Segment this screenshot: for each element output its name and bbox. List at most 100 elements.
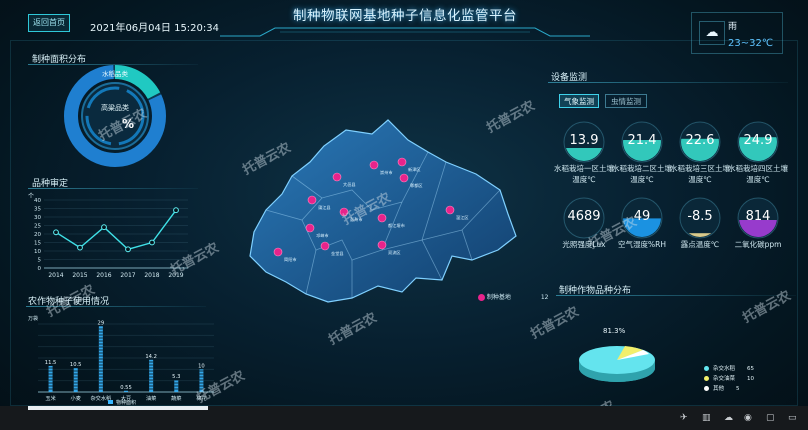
gauge-value: 814 [745,209,771,224]
bar-category-label: 小麦 [71,394,82,402]
map-base-marker[interactable] [445,205,455,215]
map-district-label: 崇州市 [380,169,393,176]
bar-value-label: 10 [198,363,205,369]
chat-icon[interactable]: ▭ [788,413,797,423]
trash-icon[interactable]: ▥ [702,413,711,423]
cloud-sync-icon[interactable]: ☁ [724,413,733,423]
line-chart-xtick: 2014 [48,272,63,279]
line-chart-ytick: 20 [34,232,41,238]
gauge-label: 水稻栽培四区土壤温度℃ [728,164,788,184]
map-base-marker[interactable] [307,195,317,205]
line-chart-xtick: 2016 [96,272,111,279]
bar-legend-swatch [108,400,113,404]
line-point [77,244,83,251]
bar-category-label: 油菜 [146,394,156,402]
line-chart-ytick: 15 [34,241,41,247]
map-district-label: 大邑县 [343,181,356,188]
pie-legend-name: 杂交水稻 [713,366,736,372]
pie-percent-label: 81.3% [603,327,626,335]
map-base-marker[interactable] [377,213,387,223]
map-district-label: 温江区 [456,214,469,221]
line-point [173,207,179,214]
gauge-value: 4689 [567,209,601,224]
section-divider [28,188,198,189]
weather-condition: 雨 [728,22,738,32]
line-chart-xtick: 2015 [72,272,87,279]
map-base-marker[interactable] [273,247,283,257]
gauge-value: 24.9 [743,133,773,148]
map-district-label: 蒲江县 [318,204,331,211]
map-base-marker[interactable] [369,160,379,170]
section-divider [556,295,796,296]
pie-legend-item: 杂交水稻 65 [704,364,764,374]
datetime-display: 2021年06月04日 15:20:34 [90,23,219,34]
pie-legend-name: 其他 [713,386,725,392]
legend-dot-icon [704,386,709,391]
map-base-marker[interactable] [397,157,407,167]
map-district-label: 双流区 [388,249,401,256]
pie-legend-count: 65 [747,366,755,372]
bar-category-label: 玉米 [45,394,56,402]
gauge-label: 水稻栽培一区土壤温度℃ [554,164,614,184]
map-base-marker[interactable] [377,240,387,250]
map-district-label: 邛崃市 [316,232,329,239]
weather-widget: ☁ 雨 23~32℃ [691,12,783,54]
taskbar: ✈ ▥ ☁ ◉ ▢ ▭ [0,406,808,430]
line-point [125,246,131,253]
page-title: 制种物联网基地种子信息化监管平台 [293,8,517,24]
gauge-value: 21.4 [627,133,657,148]
section-divider [548,82,788,83]
map-base-marker[interactable] [305,223,315,233]
pie-legend-item: 其他 5 [704,384,764,394]
seed-usage-bar-chart: 万袋11.5玉米10.5小麦29杂交水稻0.55大豆14.2油菜5.3蔬菜10棉… [28,315,214,406]
map-base-marker[interactable] [320,241,330,251]
line-chart-ytick: 25 [34,224,41,230]
map-district-label: 新津区 [408,166,421,173]
tab-weather[interactable]: 气象监测 [559,94,599,108]
line-series [55,209,177,251]
distribution-donut: 水稻品类 高粱品类 % [64,65,166,167]
bar-value-label: 0.55 [120,385,132,391]
bar-legend-label: 物种面积 [116,399,136,406]
line-chart-ytick: 30 [34,215,41,221]
legend-dot-icon [704,366,709,371]
bar-value-label: 29 [98,320,105,326]
tab-pest[interactable]: 虫情监测 [605,94,647,108]
map-base-marker[interactable] [332,172,342,182]
bar-chart-unit: 万袋 [28,315,38,322]
cloud-icon: ☁ [699,21,725,45]
line-chart-ytick: 0 [38,266,42,272]
bar-value-label: 14.2 [145,354,157,360]
line-point [53,229,59,236]
gauge-value: 13.9 [569,133,599,148]
gauge-label: 空气湿度%RH [618,240,666,249]
gauge-label: 二氧化碳ppm [734,240,782,249]
bar-value-label: 11.5 [45,360,57,366]
pie-legend-count: 5 [736,386,740,392]
legend-dot-icon [478,294,485,301]
line-chart-ytick: 5 [38,258,42,264]
home-button[interactable]: 返回首页 [28,14,70,32]
bar-value-label: 5.3 [172,374,180,380]
pie-legend-item: 杂交油菜 10 [704,374,764,384]
line-chart-xtick: 2018 [144,272,159,279]
bar-value-label: 10.5 [70,362,82,368]
taskbar-active-indicator [28,406,208,410]
bar [48,365,53,392]
rocket-icon[interactable]: ✈ [680,413,688,423]
pie-legend: 杂交水稻 65 杂交油菜 10 其他 5 [704,364,764,394]
line-chart-ytick: 40 [34,198,41,204]
gauge-value: 22.6 [685,133,715,148]
donut-label-rice: 水稻品类 [102,69,129,78]
gauge-label: 露点温度℃ [680,240,720,249]
lock-icon[interactable]: ▢ [766,413,775,423]
bar-category-label: 蔬菜 [171,394,181,402]
map-base-marker[interactable] [399,173,409,183]
map-legend: 制种基地 12 [478,292,549,301]
gauge-label: 水稻栽培三区土壤温度℃ [670,164,730,184]
map-district-label: 金堂县 [331,250,344,257]
map-district-label: 简阳市 [284,256,297,263]
speaker-icon[interactable]: ◉ [744,413,752,423]
bar [124,390,128,392]
gauge-value: -8.5 [687,209,713,224]
